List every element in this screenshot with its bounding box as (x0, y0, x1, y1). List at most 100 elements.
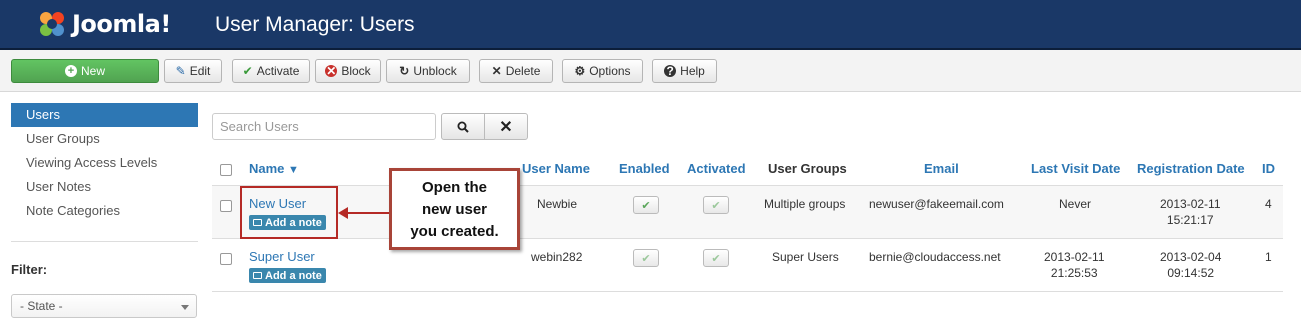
add-note-label: Add a note (265, 269, 322, 282)
options-button[interactable]: ⚙ Options (562, 59, 643, 83)
search-input[interactable] (212, 113, 436, 140)
column-header-username[interactable]: User Name (522, 161, 590, 176)
check-icon: ✔ (711, 252, 721, 265)
registration-date: 2013-02-04 (1160, 250, 1222, 264)
add-note-button[interactable]: Add a note (249, 268, 326, 283)
note-icon (253, 272, 262, 279)
activated-toggle[interactable]: ✔ (703, 196, 729, 214)
registration-cell: 2013-02-11 15:21:17 (1160, 196, 1221, 228)
block-button[interactable]: ✕ Block (315, 59, 381, 83)
registration-date: 2013-02-11 (1160, 197, 1221, 211)
activate-button-label: Activate (256, 64, 300, 78)
row-checkbox[interactable] (220, 200, 232, 212)
last-visit-cell: 2013-02-11 21:25:53 (1044, 249, 1105, 281)
row-divider (212, 238, 1283, 239)
sidebar-divider (11, 241, 198, 242)
block-button-label: Block (341, 64, 371, 78)
column-header-id[interactable]: ID (1262, 161, 1275, 176)
delete-button[interactable]: ✕ Delete (479, 59, 553, 83)
annotation-highlight-box (240, 186, 338, 239)
sidebar-item-viewing-access-levels[interactable]: Viewing Access Levels (11, 151, 198, 175)
check-icon: ✔ (711, 199, 721, 212)
toolbar: + New ✎ Edit ✔ Activate ✕ Block ↻ Unbloc… (0, 50, 1301, 92)
refresh-icon: ↻ (399, 64, 410, 78)
close-icon: ✕ (491, 64, 502, 78)
enabled-toggle[interactable]: ✔ (633, 196, 659, 214)
check-icon: ✔ (641, 199, 651, 212)
column-header-name-label: Name (249, 161, 285, 176)
annotation-callout: Open the new user you created. (389, 168, 520, 250)
select-all-checkbox[interactable] (220, 164, 232, 176)
block-icon: ✕ (325, 64, 338, 78)
new-button[interactable]: + New (11, 59, 159, 83)
column-header-user-groups: User Groups (768, 161, 847, 176)
help-button-label: Help (680, 64, 705, 78)
search-icon (457, 121, 469, 133)
user-groups-cell: Multiple groups (764, 197, 846, 211)
column-header-enabled[interactable]: Enabled (619, 161, 670, 176)
plus-circle-icon: + (64, 65, 77, 77)
column-header-activated[interactable]: Activated (687, 161, 746, 176)
search-button[interactable] (441, 113, 485, 140)
column-header-registration[interactable]: Registration Date (1137, 161, 1245, 176)
help-button[interactable]: ? Help (652, 59, 717, 83)
edit-icon: ✎ (175, 64, 186, 78)
column-header-name[interactable]: Name ▼ (249, 161, 299, 176)
user-groups-cell: Super Users (772, 250, 839, 264)
last-visit-date: 2013-02-11 (1044, 250, 1105, 264)
sidebar: Users User Groups Viewing Access Levels … (11, 103, 198, 223)
caret-down-icon (181, 305, 189, 310)
state-filter-select[interactable]: - State - (11, 294, 197, 318)
check-icon: ✔ (641, 252, 651, 265)
last-visit-date: Never (1059, 197, 1092, 211)
last-visit-cell: Never (1059, 196, 1091, 212)
email-cell: newuser@fakeemail.com (869, 197, 1004, 211)
activated-toggle[interactable]: ✔ (703, 249, 729, 267)
registration-time: 09:14:52 (1167, 266, 1215, 280)
activate-button[interactable]: ✔ Activate (232, 59, 310, 83)
state-filter-value: - State - (20, 299, 63, 313)
row-divider (212, 291, 1283, 292)
gear-icon: ⚙ (574, 64, 586, 78)
annotation-line: new user (421, 201, 488, 218)
registration-cell: 2013-02-04 09:14:52 (1160, 249, 1221, 281)
sidebar-item-users[interactable]: Users (11, 103, 198, 127)
annotation-arrow (346, 212, 389, 214)
unblock-button[interactable]: ↻ Unblock (386, 59, 470, 83)
options-button-label: Options (589, 64, 631, 78)
top-header: Joomla! User Manager: Users (0, 0, 1301, 50)
user-name-link[interactable]: Super User (249, 249, 315, 264)
joomla-logo-icon (40, 12, 64, 36)
clear-search-button[interactable]: ✕ (484, 113, 528, 140)
last-visit-time: 21:25:53 (1050, 266, 1098, 280)
page-title: User Manager: Users (215, 13, 415, 36)
filter-label: Filter: (11, 262, 48, 277)
new-button-label: New (80, 64, 105, 78)
close-icon: ✕ (499, 118, 513, 136)
column-header-email[interactable]: Email (924, 161, 959, 176)
username-cell: Newbie (537, 197, 578, 211)
unblock-button-label: Unblock (413, 64, 457, 78)
check-icon: ✔ (242, 64, 253, 78)
sidebar-item-note-categories[interactable]: Note Categories (11, 199, 198, 223)
edit-button-label: Edit (189, 64, 211, 78)
row-checkbox[interactable] (220, 253, 232, 265)
email-cell: bernie@cloudaccess.net (869, 250, 1001, 264)
question-icon: ? (664, 65, 677, 77)
joomla-logo[interactable]: Joomla! (36, 8, 171, 40)
annotation-line: Open the (421, 179, 487, 196)
sort-down-icon: ▼ (288, 164, 299, 176)
arrow-left-icon (338, 207, 348, 219)
registration-time: 15:21:17 (1166, 213, 1214, 227)
row-divider (212, 185, 1283, 186)
delete-button-label: Delete (505, 64, 541, 78)
column-header-last-visit[interactable]: Last Visit Date (1031, 161, 1120, 176)
id-cell: 4 (1265, 197, 1272, 211)
enabled-toggle[interactable]: ✔ (633, 249, 659, 267)
edit-button[interactable]: ✎ Edit (164, 59, 222, 83)
username-cell: webin282 (531, 250, 583, 264)
annotation-line: you created. (410, 223, 499, 240)
sidebar-item-user-notes[interactable]: User Notes (11, 175, 198, 199)
sidebar-item-user-groups[interactable]: User Groups (11, 127, 198, 151)
brand-name: Joomla! (72, 10, 171, 38)
